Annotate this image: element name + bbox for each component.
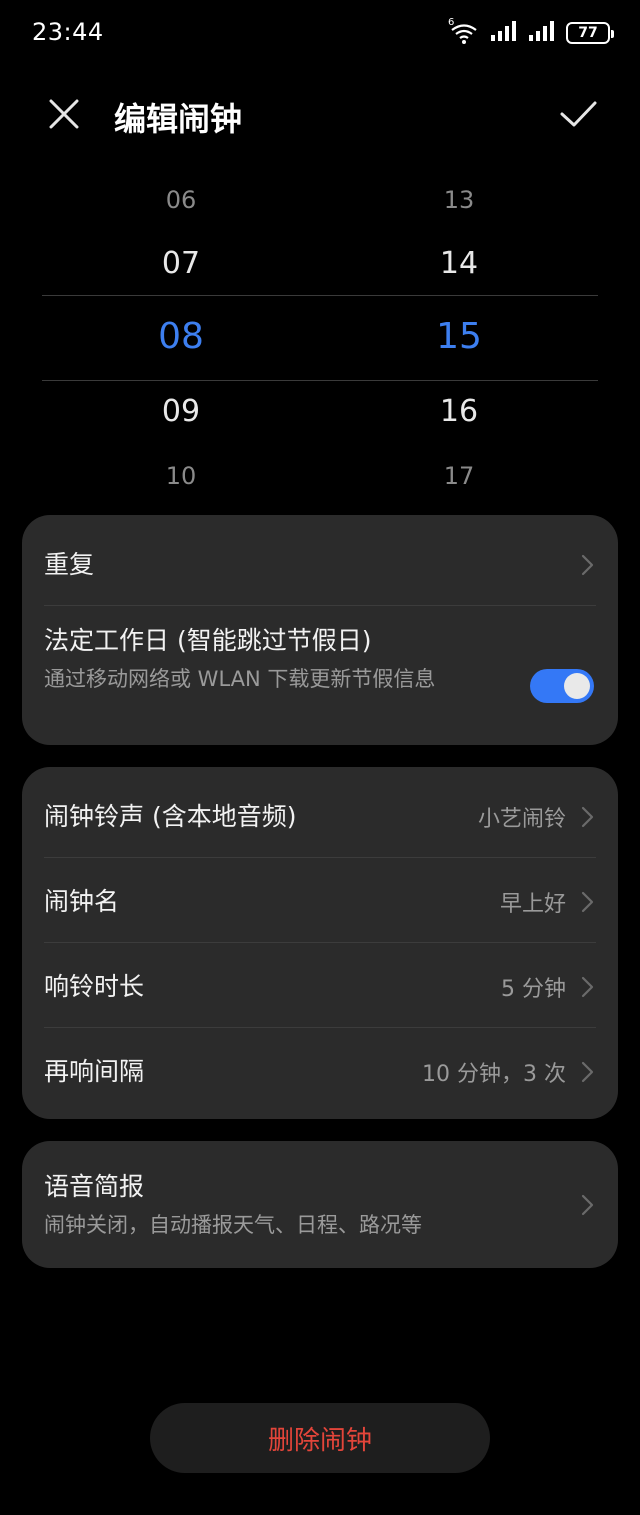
chevron-right-icon xyxy=(581,806,594,828)
repeat-row[interactable]: 重复 xyxy=(44,545,596,585)
workday-toggle[interactable] xyxy=(530,669,594,703)
divider xyxy=(44,857,596,858)
status-time: 23:44 xyxy=(32,18,104,46)
snooze-row[interactable]: 再响间隔 10 分钟，3 次 xyxy=(44,1052,596,1092)
voice-briefing-label: 语音简报 xyxy=(44,1172,145,1201)
signal-icon-2 xyxy=(528,20,556,46)
divider xyxy=(44,605,596,606)
minute-item[interactable]: 16 xyxy=(379,394,539,429)
hour-selected[interactable]: 08 xyxy=(101,316,261,357)
delete-alarm-button[interactable]: 删除闹钟 xyxy=(150,1403,490,1473)
ringtone-row[interactable]: 闹钟铃声 (含本地音频) 小艺闹铃 xyxy=(44,797,596,837)
chevron-right-icon xyxy=(581,1194,594,1216)
divider xyxy=(44,942,596,943)
chevron-right-icon xyxy=(581,891,594,913)
minute-item[interactable]: 17 xyxy=(379,462,539,490)
minute-item[interactable]: 14 xyxy=(379,246,539,281)
ringtone-label: 闹钟铃声 (含本地音频) xyxy=(44,802,297,831)
hour-item[interactable]: 10 xyxy=(101,462,261,490)
close-button[interactable] xyxy=(42,92,86,136)
battery-icon: 77 xyxy=(566,22,614,44)
voice-briefing-subtitle: 闹钟关闭，自动播报天气、日程、路况等 xyxy=(44,1213,422,1237)
voice-briefing-row[interactable]: 语音简报 闹钟关闭，自动播报天气、日程、路况等 xyxy=(44,1167,596,1247)
hour-wheel[interactable]: 06 07 08 09 10 xyxy=(101,170,261,510)
page-title: 编辑闹钟 xyxy=(114,100,243,138)
check-icon xyxy=(560,101,597,127)
workday-label: 法定工作日 (智能跳过节假日) xyxy=(44,626,372,655)
snooze-label: 再响间隔 xyxy=(44,1057,145,1086)
hour-item[interactable]: 09 xyxy=(101,394,261,429)
ring-duration-row[interactable]: 响铃时长 5 分钟 xyxy=(44,967,596,1007)
chevron-right-icon xyxy=(581,554,594,576)
hour-item[interactable]: 07 xyxy=(101,246,261,281)
toggle-knob xyxy=(564,673,590,699)
hour-item[interactable]: 06 xyxy=(101,186,261,214)
chevron-right-icon xyxy=(581,1061,594,1083)
minute-item[interactable]: 13 xyxy=(379,186,539,214)
status-bar: 23:44 6 77 xyxy=(0,0,640,66)
voice-briefing-card: 语音简报 闹钟关闭，自动播报天气、日程、路况等 xyxy=(22,1141,618,1268)
header: 编辑闹钟 xyxy=(0,80,640,150)
alarm-name-value: 早上好 xyxy=(499,892,566,917)
wifi-icon: 6 xyxy=(448,17,480,45)
status-icons: 6 77 xyxy=(448,17,614,46)
close-icon xyxy=(49,99,79,129)
signal-icon xyxy=(490,20,518,46)
battery-level: 77 xyxy=(578,25,598,41)
minute-selected[interactable]: 15 xyxy=(379,316,539,357)
repeat-card: 重复 法定工作日 (智能跳过节假日) 通过移动网络或 WLAN 下载更新节假信息 xyxy=(22,515,618,745)
workday-subtitle: 通过移动网络或 WLAN 下载更新节假信息 xyxy=(44,667,436,691)
delete-alarm-label: 删除闹钟 xyxy=(267,1425,372,1456)
time-picker[interactable]: 06 07 08 09 10 13 14 15 16 17 xyxy=(0,170,640,510)
minute-wheel[interactable]: 13 14 15 16 17 xyxy=(379,170,539,510)
snooze-value: 10 分钟，3 次 xyxy=(422,1062,566,1087)
ringtone-value: 小艺闹铃 xyxy=(477,807,566,832)
ring-duration-label: 响铃时长 xyxy=(44,972,145,1001)
settings-card: 闹钟铃声 (含本地音频) 小艺闹铃 闹钟名 早上好 响铃时长 5 分钟 再响间隔… xyxy=(22,767,618,1119)
chevron-right-icon xyxy=(581,976,594,998)
repeat-label: 重复 xyxy=(44,550,95,579)
ring-duration-value: 5 分钟 xyxy=(501,977,566,1002)
alarm-name-label: 闹钟名 xyxy=(44,887,120,916)
workday-row[interactable]: 法定工作日 (智能跳过节假日) 通过移动网络或 WLAN 下载更新节假信息 xyxy=(44,621,596,731)
confirm-button[interactable] xyxy=(556,92,600,136)
wifi-label: 6 xyxy=(448,17,455,28)
alarm-name-row[interactable]: 闹钟名 早上好 xyxy=(44,882,596,922)
divider xyxy=(44,1027,596,1028)
